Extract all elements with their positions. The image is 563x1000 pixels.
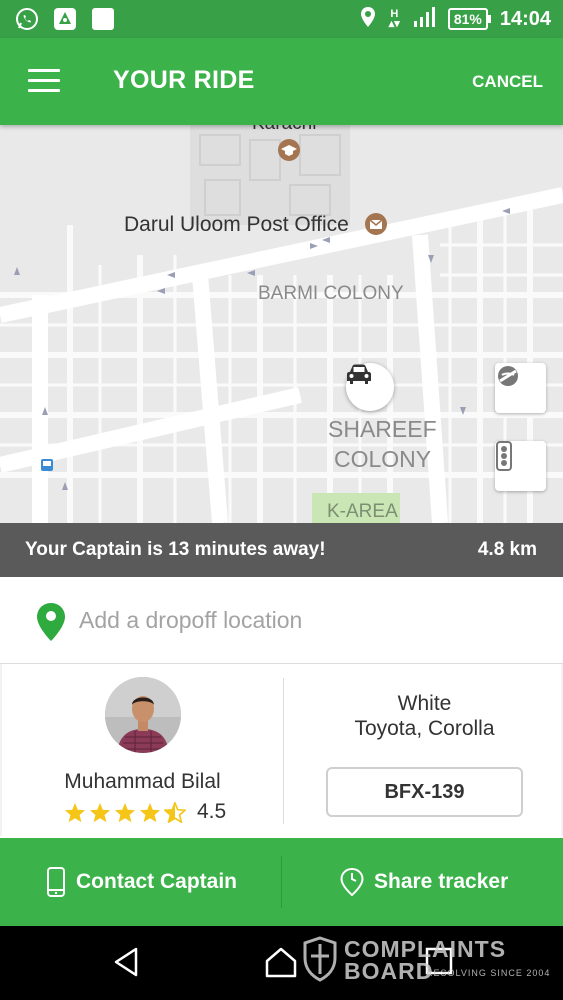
- home-button[interactable]: [264, 946, 298, 983]
- whatsapp-icon: [14, 6, 40, 32]
- map-roads: [0, 125, 563, 523]
- page-title: YOUR RIDE: [113, 66, 255, 94]
- captain-car-marker[interactable]: [346, 363, 394, 411]
- dropoff-location-field[interactable]: Add a dropoff location: [0, 577, 563, 664]
- cancel-button[interactable]: CANCEL: [472, 72, 543, 92]
- share-tracker-button[interactable]: Share tracker: [340, 838, 508, 926]
- dropoff-placeholder: Add a dropoff location: [79, 607, 303, 633]
- watermark-line3: RESOLVING SINCE 2004: [426, 968, 551, 978]
- contact-captain-label: Contact Captain: [76, 870, 238, 893]
- map-label-barmi-colony: BARMI COLONY: [258, 283, 404, 304]
- status-bar: H ▴▾ 81% 14:04: [0, 0, 563, 38]
- star-full-icon: [139, 802, 161, 822]
- vehicle-model: Toyota, Corolla: [354, 717, 495, 740]
- star-half-icon: [164, 801, 186, 823]
- app-bar: YOUR RIDE CANCEL: [0, 38, 563, 125]
- app-notification-icon: [52, 6, 78, 32]
- clock-pin-icon: [340, 868, 364, 896]
- location-pin-icon: [36, 602, 66, 647]
- system-nav-bar: COMPLAINTS BOARD RESOLVING SINCE 2004: [0, 926, 563, 1000]
- share-tracker-label: Share tracker: [374, 870, 509, 893]
- eta-distance: 4.8 km: [477, 539, 537, 560]
- captain-rating: 4.5: [64, 800, 226, 824]
- map-label-colony: COLONY: [334, 446, 432, 472]
- traffic-button[interactable]: [495, 441, 546, 491]
- vehicle-color: White: [397, 692, 452, 715]
- map-label-k-area: K-AREA: [327, 501, 398, 522]
- star-full-icon: [114, 802, 136, 822]
- blank-notification-icon: [90, 6, 116, 32]
- star-full-icon: [89, 802, 111, 822]
- network-type-indicator: H ▴▾: [388, 8, 400, 30]
- back-button[interactable]: [112, 946, 140, 983]
- home-icon: [265, 947, 297, 978]
- hamburger-icon: [28, 69, 60, 72]
- watermark: COMPLAINTS BOARD RESOLVING SINCE 2004: [302, 936, 549, 987]
- signal-icon: [412, 6, 436, 33]
- menu-button[interactable]: [28, 69, 60, 93]
- captain-card-inner: Muhammad Bilal 4.5 White Toyota, Corolla…: [2, 664, 561, 836]
- watermark-line2: BOARD: [344, 958, 434, 984]
- eta-message: Your Captain is 13 minutes away!: [25, 539, 326, 560]
- back-triangle-icon: [114, 947, 138, 977]
- no-location-icon: [498, 366, 518, 386]
- map-label-shareef: SHAREEF: [328, 416, 437, 442]
- action-divider: [281, 856, 282, 908]
- action-bar: Contact Captain Share tracker: [0, 838, 563, 926]
- contact-captain-button[interactable]: Contact Captain: [46, 838, 237, 926]
- recenter-button[interactable]: [495, 363, 546, 413]
- shield-logo-icon: [303, 936, 337, 982]
- map-view[interactable]: Karachi Darul Uloom Post Office BARMI CO…: [0, 125, 563, 523]
- car-icon: [347, 364, 371, 384]
- phone-icon: [47, 867, 65, 897]
- traffic-light-icon: [496, 441, 512, 471]
- rating-value: 4.5: [197, 800, 227, 823]
- captain-name: Muhammad Bilal: [64, 770, 221, 793]
- location-icon: [359, 6, 377, 33]
- star-full-icon: [64, 802, 86, 822]
- captain-card: Muhammad Bilal 4.5 White Toyota, Corolla…: [0, 664, 563, 836]
- captain-avatar: [105, 677, 181, 753]
- map-label-post-office: Darul Uloom Post Office: [124, 213, 349, 236]
- battery-indicator: 81%: [447, 8, 491, 30]
- map-label-karachi: Karachi: [252, 125, 316, 135]
- eta-banner: Your Captain is 13 minutes away! 4.8 km: [0, 523, 563, 577]
- license-plate: BFX-139: [326, 767, 523, 817]
- clock: 14:04: [499, 7, 551, 30]
